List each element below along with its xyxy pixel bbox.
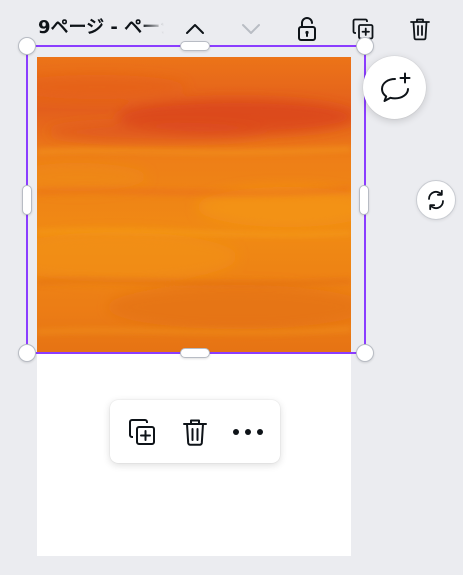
element-context-toolbar (110, 400, 280, 463)
unlock-icon (298, 17, 316, 41)
orange-texture-image[interactable] (37, 57, 351, 353)
delete-page-button[interactable] (402, 12, 438, 46)
resize-handle-bottom-right[interactable] (356, 344, 374, 362)
rotate-icon (428, 189, 444, 211)
chevron-up-icon (186, 24, 204, 34)
add-comment-icon (380, 72, 410, 102)
trash-icon (410, 18, 430, 41)
resize-handle-top[interactable] (180, 41, 210, 51)
resize-handle-bottom[interactable] (180, 348, 210, 358)
more-options-icon (233, 429, 263, 435)
page-title[interactable]: 9ページ - ページタイトルを追加 (38, 14, 164, 42)
resize-handle-top-left[interactable] (18, 37, 36, 55)
editor-workspace: 9ページ - ページタイトルを追加 (0, 0, 463, 575)
lock-page-button[interactable] (289, 12, 325, 46)
more-options-button[interactable] (228, 412, 268, 452)
move-page-down-button[interactable] (233, 12, 269, 46)
delete-icon (183, 419, 207, 446)
copy-element-button[interactable] (122, 412, 162, 452)
resize-handle-right[interactable] (359, 185, 369, 215)
delete-element-button[interactable] (175, 412, 215, 452)
resize-handle-left[interactable] (22, 185, 32, 215)
add-comment-button[interactable] (363, 56, 426, 119)
resize-handle-top-right[interactable] (356, 37, 374, 55)
chevron-down-icon (242, 24, 260, 34)
copy-icon (129, 419, 155, 445)
orange-texture-graphic (37, 57, 351, 353)
resize-handle-bottom-left[interactable] (18, 344, 36, 362)
rotate-button[interactable] (416, 180, 456, 220)
